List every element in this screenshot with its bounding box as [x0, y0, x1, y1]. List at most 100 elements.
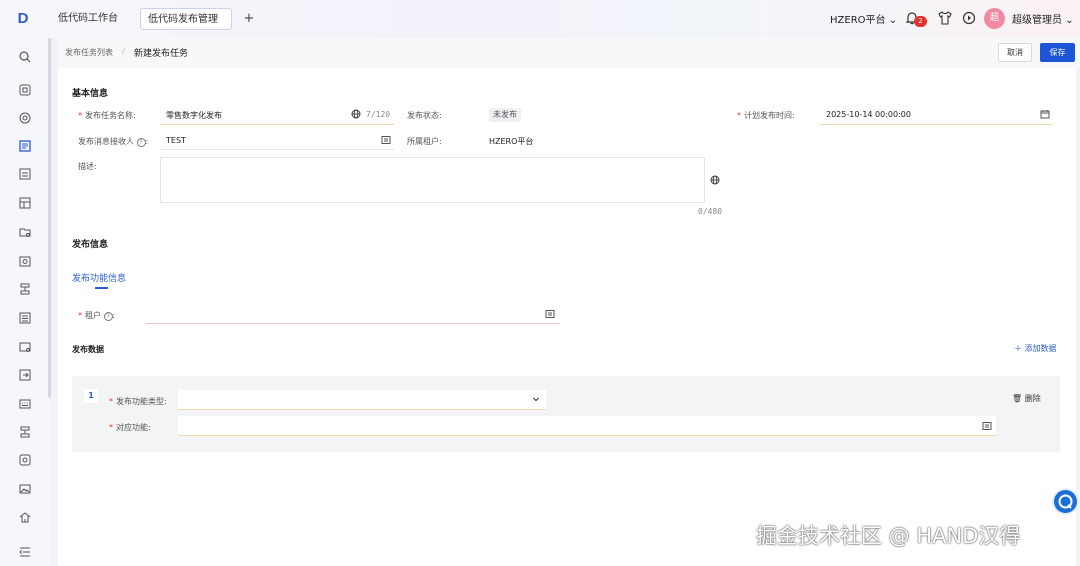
lov-select-icon[interactable]	[545, 309, 555, 319]
owner-tenant-label: 所属租户:	[407, 137, 442, 146]
menu-home-icon[interactable]	[18, 510, 32, 524]
user-name: 超级管理员	[1012, 15, 1062, 26]
menu-camera-icon[interactable]	[18, 254, 32, 268]
plan-time-label: * 计划发布时间:	[737, 110, 795, 121]
task-name-counter: 7/120	[366, 110, 391, 119]
chevron-down-icon: ⌄	[888, 15, 898, 26]
notification-badge: 2	[914, 16, 927, 27]
assistant-float-button[interactable]	[1052, 488, 1079, 515]
collapse-menu-icon[interactable]	[18, 545, 32, 559]
watermark: 掘金技术社区 @ HAND汉得	[756, 524, 1021, 548]
trash-icon: 🗑	[1012, 394, 1023, 403]
add-data-label: 添加数据	[1024, 344, 1057, 353]
menu-tree-icon[interactable]	[18, 425, 32, 439]
plan-time-underline	[820, 124, 1052, 125]
search-icon[interactable]	[18, 50, 32, 64]
section-basic-title: 基本信息	[72, 89, 109, 99]
func-input[interactable]	[178, 416, 996, 436]
receiver-label: 发布消息接收人 ?:	[78, 137, 149, 147]
breadcrumb-separator: /	[122, 47, 125, 56]
add-data-button[interactable]: ＋ 添加数据	[1014, 343, 1057, 354]
menu-deploy-icon[interactable]	[18, 111, 32, 125]
help-icon[interactable]: ?	[103, 312, 113, 321]
row-index: 1	[84, 389, 98, 403]
page-title: 新建发布任务	[134, 49, 189, 59]
add-tab-button[interactable]: +	[241, 8, 257, 30]
menu-flow-icon[interactable]	[18, 282, 32, 296]
lov-select-icon[interactable]	[381, 135, 391, 145]
status-badge: 未发布	[489, 108, 521, 122]
required-mark: *	[78, 311, 82, 320]
publish-data-card	[72, 376, 1060, 452]
save-button[interactable]: 保存	[1040, 43, 1075, 62]
publish-tenant-input[interactable]	[146, 323, 560, 324]
func-underline	[178, 435, 996, 436]
globe-icon[interactable]	[351, 109, 361, 119]
receiver-input[interactable]: TEST	[166, 136, 186, 145]
menu-form-icon[interactable]	[18, 167, 32, 181]
user-menu[interactable]: 超级管理员 ⌄	[1012, 11, 1074, 26]
menu-export-icon[interactable]	[18, 368, 32, 382]
func-type-select[interactable]	[178, 390, 546, 410]
tab-lowcode-publish[interactable]: 低代码发布管理	[140, 8, 232, 30]
calendar-icon[interactable]	[1040, 109, 1050, 119]
menu-keyboard-icon[interactable]	[18, 397, 32, 411]
section-publish-title: 发布信息	[72, 240, 109, 250]
chevron-down-icon[interactable]	[532, 395, 540, 403]
plus-icon: ＋	[1014, 344, 1025, 353]
required-mark: *	[737, 111, 741, 120]
lov-select-icon[interactable]	[982, 421, 992, 431]
help-icon[interactable]: ?	[136, 138, 146, 147]
tab-lowcode-workbench[interactable]: 低代码工作台	[51, 8, 125, 30]
receiver-label-text: 发布消息接收人	[78, 137, 134, 146]
func-label: * 对应功能:	[109, 422, 151, 433]
publish-data-title: 发布数据	[72, 345, 104, 354]
tab-publish-function[interactable]: 发布功能信息	[72, 271, 126, 284]
tab-active-indicator	[95, 287, 108, 289]
func-type-underline	[178, 409, 546, 410]
menu-folder-icon[interactable]	[18, 225, 32, 239]
task-name-label-text: 发布任务名称:	[85, 111, 136, 120]
theme-shirt-icon[interactable]	[937, 10, 953, 26]
delete-label: 删除	[1024, 394, 1041, 403]
plan-time-input[interactable]: 2025-10-14 00:00:00	[826, 110, 911, 119]
delete-button[interactable]: 🗑 删除	[1012, 393, 1041, 404]
func-label-text: 对应功能:	[116, 423, 151, 432]
tenant-name: HZERO平台	[830, 15, 886, 26]
menu-module-icon[interactable]	[18, 83, 32, 97]
avatar[interactable]: 超	[984, 8, 1005, 29]
globe-icon[interactable]	[710, 175, 720, 185]
func-type-label-text: 发布功能类型:	[116, 397, 167, 406]
publish-tenant-label: * 租户 ?:	[78, 311, 116, 321]
menu-image-icon[interactable]	[18, 482, 32, 496]
required-mark: *	[78, 111, 82, 120]
task-name-label: * 发布任务名称:	[78, 110, 136, 121]
breadcrumb-parent-link[interactable]: 发布任务列表	[65, 47, 113, 58]
task-name-input[interactable]: 零售数字化发布	[166, 110, 222, 121]
description-label: 描述:	[78, 162, 97, 171]
owner-tenant-value: HZERO平台	[489, 137, 534, 146]
breadcrumb	[58, 38, 1080, 68]
status-label: 发布状态:	[407, 111, 442, 120]
tenant-switcher[interactable]: HZERO平台 ⌄	[830, 11, 897, 26]
description-counter: 0/480	[698, 207, 723, 216]
sidebar-scrollbar[interactable]	[48, 38, 51, 398]
publish-tenant-label-text: 租户	[85, 311, 101, 320]
func-type-label: * 发布功能类型:	[109, 396, 167, 407]
menu-list-icon[interactable]	[18, 311, 32, 325]
menu-card-icon[interactable]	[18, 340, 32, 354]
main-panel	[58, 68, 1076, 566]
app-logo[interactable]: D	[12, 9, 34, 29]
play-icon[interactable]	[961, 10, 977, 26]
receiver-underline	[160, 149, 394, 150]
menu-table-icon[interactable]	[18, 196, 32, 210]
cancel-button[interactable]: 取消	[998, 43, 1032, 62]
required-mark: *	[109, 423, 113, 432]
menu-device-icon[interactable]	[18, 453, 32, 467]
plan-time-label-text: 计划发布时间:	[744, 111, 795, 120]
required-mark: *	[109, 397, 113, 406]
task-name-underline	[160, 124, 394, 125]
menu-publish-icon[interactable]	[18, 139, 32, 153]
chevron-down-icon: ⌄	[1065, 15, 1074, 26]
description-textarea[interactable]	[160, 157, 705, 203]
